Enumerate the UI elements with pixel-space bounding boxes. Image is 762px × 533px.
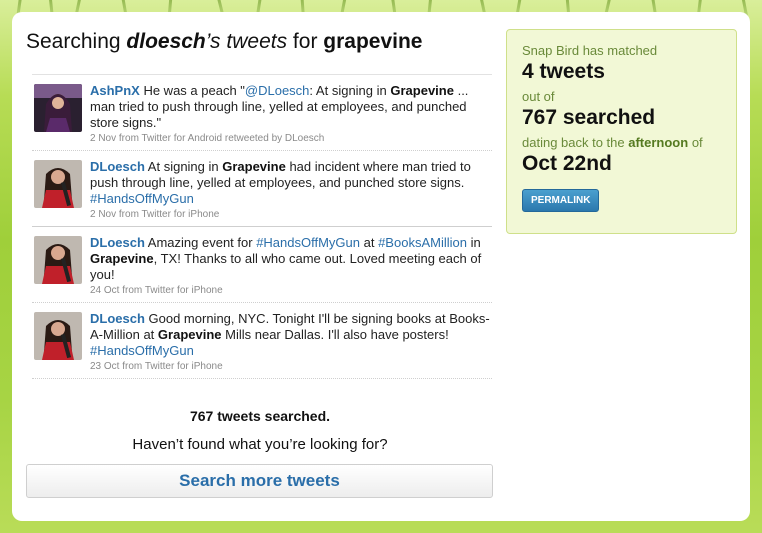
searched-value: 767 searched <box>522 106 656 129</box>
tweet-item: DLoesch Amazing event for #HandsOffMyGun… <box>32 227 492 303</box>
tweet-meta: 23 Oct from Twitter for iPhone <box>90 361 223 372</box>
query-highlight: Grapevine <box>222 159 286 174</box>
main-card: Searching dloesch’s tweets for grapevine… <box>12 12 750 521</box>
tweet-text-part: at <box>360 235 379 250</box>
title-username: dloesch <box>126 30 206 53</box>
hashtag-link[interactable]: #HandsOffMyGun <box>90 191 194 206</box>
hashtag-link[interactable]: #HandsOffMyGun <box>90 343 194 358</box>
date-value: Oct 22nd <box>522 152 612 175</box>
dating-part: afternoon <box>628 135 689 150</box>
mention-link[interactable]: @DLoesch <box>245 83 310 98</box>
tweet-list: AshPnX He was a peach "@DLoesch: At sign… <box>32 74 492 379</box>
searched-count: 767 tweets searched. <box>189 408 331 424</box>
query-highlight: Grapevine <box>157 327 222 342</box>
not-found-prompt: Haven’t found what you’re looking for? <box>132 436 388 453</box>
tweet-text-part: in <box>466 235 481 250</box>
tweet-text-part: Mills near Dallas. I'll also have poster… <box>221 327 449 342</box>
title-prefix: Searching <box>26 30 127 53</box>
tweet-text-part: : At signing in <box>309 83 391 98</box>
search-more-button[interactable]: Search more tweets <box>26 464 493 498</box>
tweet-text-part: He was a peach " <box>139 83 245 98</box>
dating-prefix: dating back to the <box>522 135 629 150</box>
page-title: Searching dloesch’s tweets for grapevine <box>26 30 423 54</box>
tweet-text: DLoesch Good morning, NYC. Tonight I'll … <box>90 311 492 359</box>
avatar[interactable] <box>34 160 82 208</box>
query-highlight: Grapevine <box>390 83 454 98</box>
avatar[interactable] <box>34 312 82 360</box>
tweet-username[interactable]: DLoesch <box>90 311 145 326</box>
matched-label: Snap Bird has matched <box>522 43 658 58</box>
tweet-username[interactable]: AshPnX <box>90 83 140 98</box>
dating-suffix: of <box>688 135 703 150</box>
tweet-meta: 2 Nov from Twitter for Android retweeted… <box>90 133 325 144</box>
tweet-text: DLoesch At signing in Grapevine had inci… <box>90 159 492 207</box>
hashtag-link[interactable]: #HandsOffMyGun <box>256 235 360 250</box>
hashtag-link[interactable]: #BooksAMillion <box>378 235 467 250</box>
tweet-text: AshPnX He was a peach "@DLoesch: At sign… <box>90 83 492 131</box>
tweet-username[interactable]: DLoesch <box>90 235 145 250</box>
title-for: for <box>287 30 324 53</box>
outof-label: out of <box>522 89 555 104</box>
title-possessive: ’s tweets <box>205 30 288 53</box>
tweet-text: DLoesch Amazing event for #HandsOffMyGun… <box>90 235 492 283</box>
tweet-text-part: Amazing event for <box>144 235 257 250</box>
tweet-item: AshPnX He was a peach "@DLoesch: At sign… <box>32 75 492 151</box>
avatar[interactable] <box>34 236 82 284</box>
tweet-text-part: At signing in <box>144 159 223 174</box>
tweet-username[interactable]: DLoesch <box>90 159 145 174</box>
title-query: grapevine <box>323 30 423 53</box>
permalink-button[interactable]: PERMALINK <box>522 189 600 212</box>
tweet-meta: 2 Nov from Twitter for iPhone <box>90 209 220 220</box>
tweet-meta: 24 Oct from Twitter for iPhone <box>90 285 223 296</box>
query-highlight: Grapevine <box>90 251 154 266</box>
dating-label: dating back to the afternoon of <box>522 135 721 151</box>
tweet-item: DLoesch Good morning, NYC. Tonight I'll … <box>32 303 492 379</box>
tweet-item: DLoesch At signing in Grapevine had inci… <box>32 151 492 227</box>
match-summary-panel: Snap Bird has matched 4 tweets out of 76… <box>506 29 737 234</box>
avatar[interactable] <box>34 84 82 132</box>
matched-value: 4 tweets <box>522 60 605 83</box>
